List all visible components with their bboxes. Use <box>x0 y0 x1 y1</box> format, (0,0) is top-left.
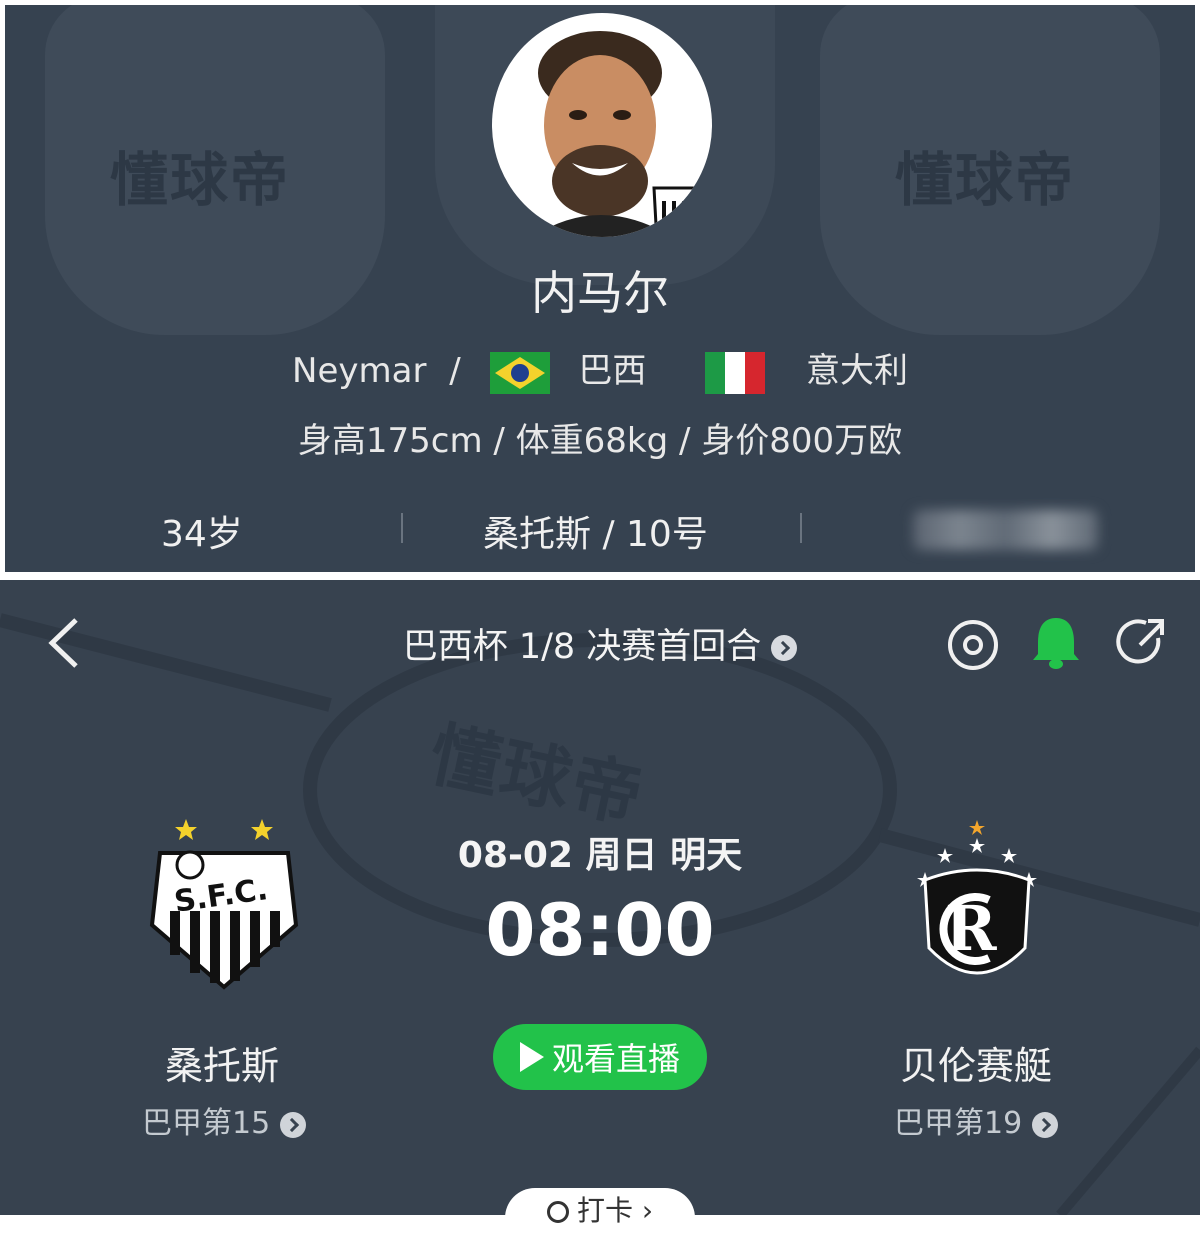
player-club-number: 桑托斯 / 10号 <box>483 514 708 555</box>
brazil-flag-icon <box>489 351 550 394</box>
away-team-name[interactable]: 贝伦赛艇 <box>900 1035 1052 1090</box>
player-age: 34岁 <box>161 514 243 555</box>
away-team-rank[interactable]: 巴甲第19 <box>894 1098 1059 1142</box>
home-team-name[interactable]: 桑托斯 <box>165 1035 279 1090</box>
chevron-right-icon <box>280 1111 307 1138</box>
home-rank-label: 巴甲第15 <box>142 1106 271 1141</box>
player-name-en: Neymar <box>292 351 427 391</box>
bell-icon[interactable] <box>1030 614 1082 672</box>
divider <box>800 513 802 543</box>
watch-live-button[interactable]: 观看直播 <box>493 1024 707 1090</box>
blurred-stat <box>913 510 1098 550</box>
player-name-cn: 内马尔 <box>531 266 669 320</box>
away-rank-label: 巴甲第19 <box>894 1106 1023 1141</box>
check-in-label: 打卡 <box>576 1194 633 1227</box>
remo-crest-icon[interactable]: R <box>915 818 1039 990</box>
competition-label: 巴西杯 1/8 决赛首回合 <box>402 627 762 667</box>
chevron-right-icon <box>771 635 798 661</box>
watch-live-label: 观看直播 <box>551 1040 680 1078</box>
watermark-logo: 懂球帝 <box>110 146 291 214</box>
home-team-rank[interactable]: 巴甲第15 <box>142 1098 307 1142</box>
location-icon <box>546 1201 569 1223</box>
chevron-right-icon <box>1032 1111 1059 1138</box>
divider <box>401 513 403 543</box>
player-avatar <box>492 13 712 237</box>
share-icon[interactable] <box>1112 614 1168 672</box>
country-primary: 巴西 <box>578 351 647 391</box>
target-icon[interactable] <box>946 618 1000 672</box>
competition-title[interactable]: 巴西杯 1/8 决赛首回合 <box>0 618 1200 669</box>
player-identity-row: Neymar / 巴西 意大利 <box>5 343 1195 394</box>
player-card: 懂球帝 懂球帝 内马尔 Neymar / 巴西 意大利 身高175cm / 体重… <box>5 5 1195 572</box>
player-measurements: 身高175cm / 体重68kg / 身价800万欧 <box>297 421 903 461</box>
play-icon <box>519 1042 544 1072</box>
watermark-logo: 懂球帝 <box>895 146 1076 214</box>
separator: / <box>449 351 461 391</box>
check-in-button[interactable]: 打卡 › <box>505 1188 695 1248</box>
italy-flag-icon <box>705 351 766 394</box>
country-secondary: 意大利 <box>805 351 908 391</box>
